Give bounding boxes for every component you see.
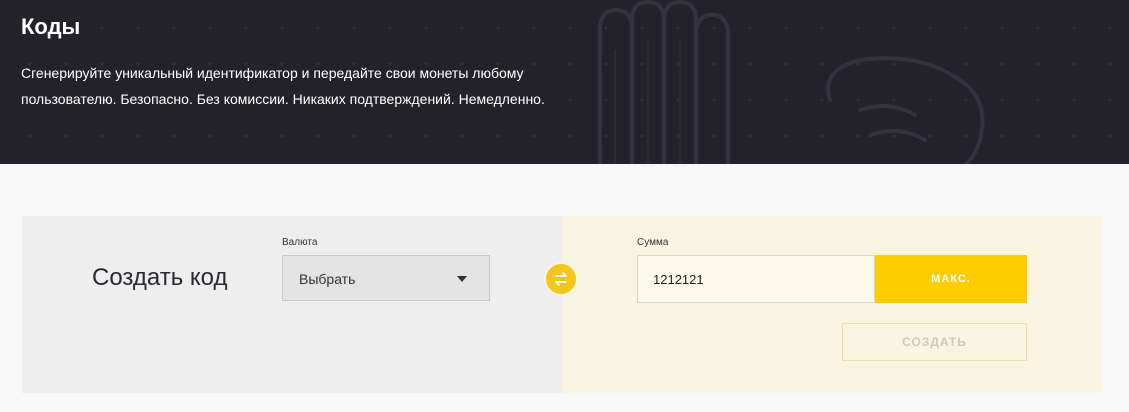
create-button[interactable]: СОЗДАТЬ <box>842 323 1027 361</box>
max-button[interactable]: МАКС. <box>875 255 1027 303</box>
create-code-card: Создать код Валюта Выбрать Сумма МАКС. С… <box>22 216 1102 393</box>
currency-select-value: Выбрать <box>299 271 356 287</box>
hand-illustration <box>598 0 985 164</box>
currency-label: Валюта <box>282 237 318 248</box>
currency-select[interactable]: Выбрать <box>282 255 490 301</box>
chevron-down-icon <box>457 276 467 282</box>
page-header: Коды Сгенерируйте уникальный идентификат… <box>0 0 1129 164</box>
amount-input[interactable] <box>637 255 875 303</box>
currency-panel: Создать код Валюта Выбрать <box>22 216 562 393</box>
create-code-title: Создать код <box>92 264 228 291</box>
page-description: Сгенерируйте уникальный идентификатор и … <box>21 65 545 107</box>
amount-label: Сумма <box>637 237 669 248</box>
page-title: Коды <box>21 14 81 39</box>
swap-icon <box>546 264 576 294</box>
